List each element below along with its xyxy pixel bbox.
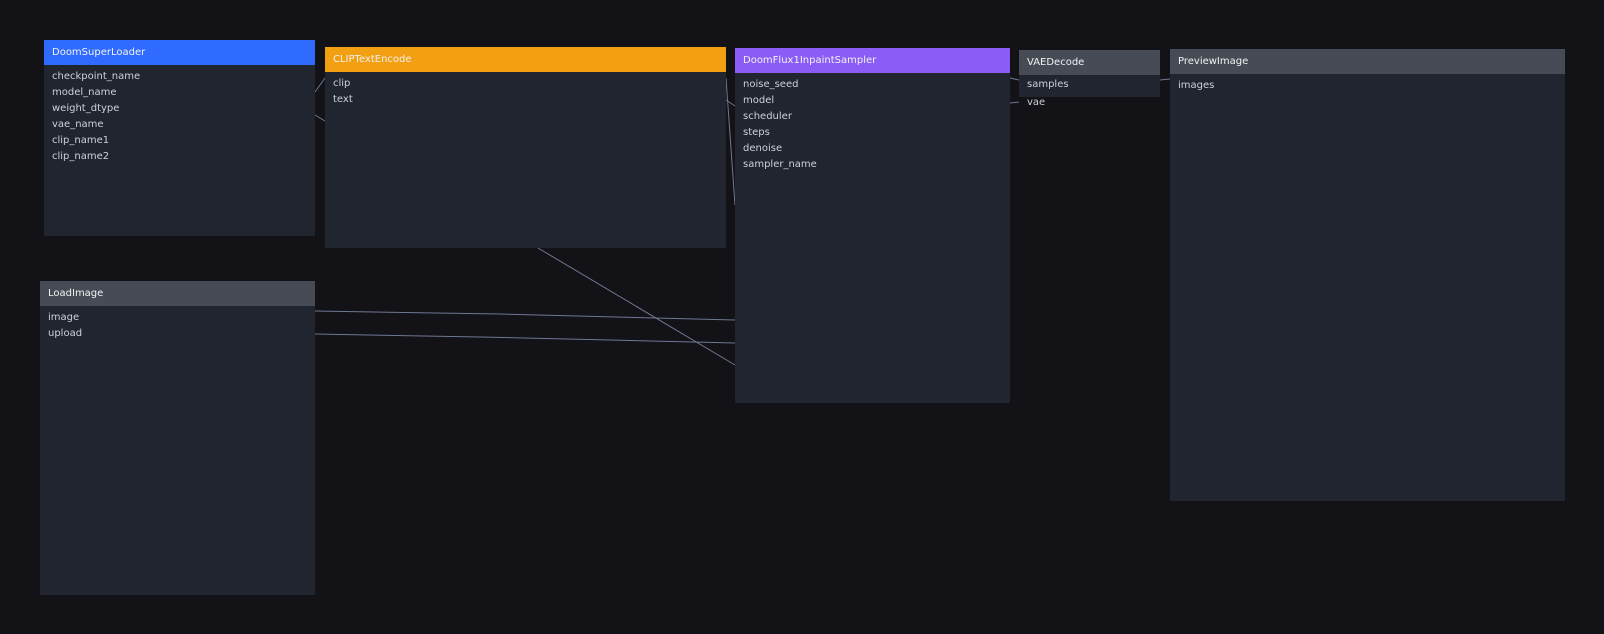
node-doomflux1inpaintsampler[interactable]: DoomFlux1InpaintSampler noise_seed model… [735, 48, 1010, 403]
node-cliptextencode[interactable]: CLIPTextEncode clip text [325, 47, 726, 248]
node-slots: clip text [325, 72, 726, 108]
node-graph-canvas[interactable]: DoomSuperLoader checkpoint_name model_na… [0, 0, 1604, 634]
slot-checkpoint-name[interactable]: checkpoint_name [44, 69, 315, 85]
slot-vae[interactable]: vae [1019, 95, 1045, 111]
node-previewimage[interactable]: PreviewImage images [1170, 49, 1565, 501]
wire-clip-to-sampler [725, 77, 736, 206]
slot-weight-dtype[interactable]: weight_dtype [44, 101, 315, 117]
slot-model[interactable]: model [735, 93, 1010, 109]
wire-image-to-sampler [314, 310, 736, 321]
node-title[interactable]: DoomSuperLoader [44, 40, 315, 65]
slot-clip-name1[interactable]: clip_name1 [44, 133, 315, 149]
slot-sampler-name[interactable]: sampler_name [735, 157, 1010, 173]
slot-text[interactable]: text [325, 92, 726, 108]
node-slots: checkpoint_name model_name weight_dtype … [44, 65, 315, 165]
slot-steps[interactable]: steps [735, 125, 1010, 141]
slot-samples[interactable]: samples [1019, 77, 1160, 93]
wire-loader-to-clip-2 [314, 114, 326, 122]
node-slots: images [1170, 74, 1565, 94]
node-title[interactable]: VAEDecode [1019, 50, 1160, 75]
node-title[interactable]: PreviewImage [1170, 49, 1565, 74]
node-loadimage[interactable]: LoadImage image upload [40, 281, 315, 595]
node-slots: image upload [40, 306, 315, 342]
node-title[interactable]: LoadImage [40, 281, 315, 306]
wire-vae-to-vaedecode [1009, 101, 1020, 104]
slot-vae-name[interactable]: vae_name [44, 117, 315, 133]
node-doomsuperloader[interactable]: DoomSuperLoader checkpoint_name model_na… [44, 40, 315, 236]
wire-vaedecode-to-preview [1159, 78, 1171, 81]
slot-image[interactable]: image [40, 310, 315, 326]
node-title[interactable]: DoomFlux1InpaintSampler [735, 48, 1010, 73]
slot-noise-seed[interactable]: noise_seed [735, 77, 1010, 93]
node-slots: noise_seed model scheduler steps denoise… [735, 73, 1010, 173]
node-vaedecode[interactable]: VAEDecode samples [1019, 50, 1160, 97]
slot-scheduler[interactable]: scheduler [735, 109, 1010, 125]
wire-loader-to-clip [314, 77, 326, 93]
slot-denoise[interactable]: denoise [735, 141, 1010, 157]
slot-clip[interactable]: clip [325, 76, 726, 92]
slot-clip-name2[interactable]: clip_name2 [44, 149, 315, 165]
slot-upload[interactable]: upload [40, 326, 315, 342]
slot-images[interactable]: images [1170, 78, 1565, 94]
wire-clip-to-sampler-2 [725, 99, 736, 107]
node-title[interactable]: CLIPTextEncode [325, 47, 726, 72]
wire-sampler-to-vae [1009, 77, 1020, 81]
slot-model-name[interactable]: model_name [44, 85, 315, 101]
wire-mask-to-sampler [314, 333, 736, 344]
node-slots: samples [1019, 75, 1160, 93]
wire-clip-to-sampler-3 [537, 247, 736, 366]
